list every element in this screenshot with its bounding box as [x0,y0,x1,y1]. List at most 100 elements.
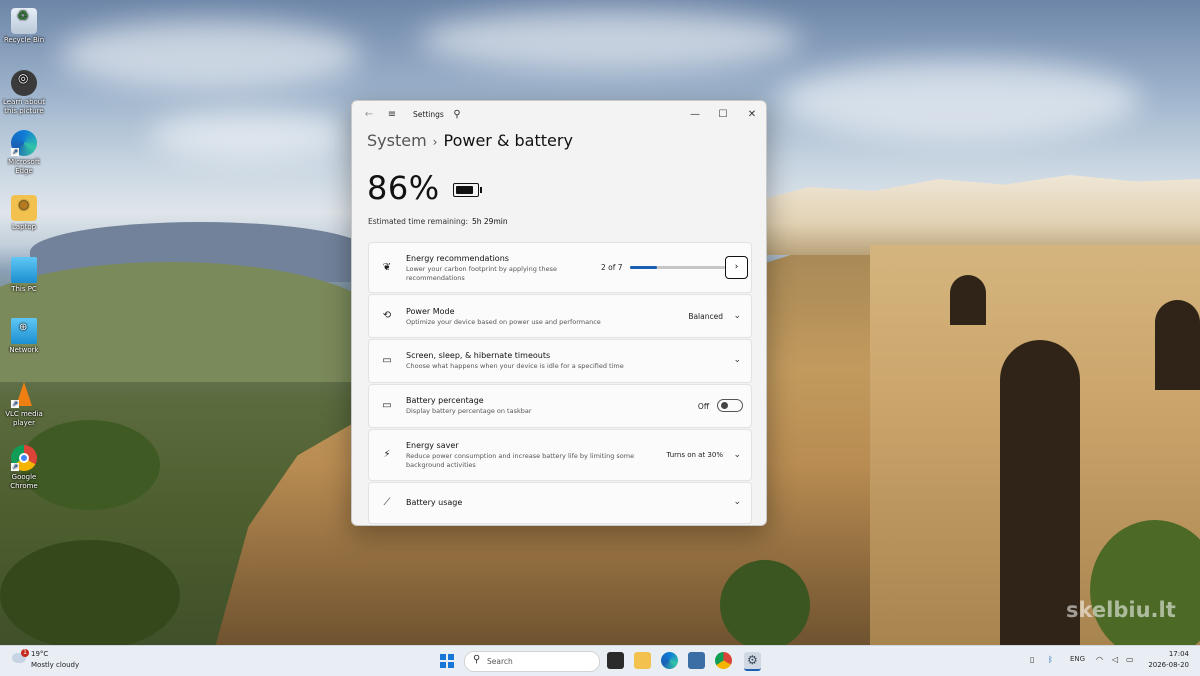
battery-percentage-toggle[interactable] [717,399,743,412]
estimated-time-label: Estimated time remaining: [368,217,468,226]
chrome-icon[interactable] [715,652,732,669]
camera-icon: ◎ [11,70,37,96]
clock-time[interactable]: 17:04 [1151,650,1189,658]
store-icon[interactable] [688,652,705,669]
settings-window: ← ≡ Settings ⚲ — ☐ ✕ System › Power & batt… [351,100,767,526]
power-mode-icon: ⟲ [382,310,392,321]
desktop-icon-chrome[interactable]: ↗ Google Chrome [0,445,48,491]
desktop-icon-edge[interactable]: ↗ Microsoft Edge [0,130,48,176]
toggle-state-label: Off [697,402,709,411]
user-folder-icon: ● [11,195,37,221]
cloud [60,20,360,90]
desktop-icon-label: Laptop [11,223,37,231]
valley [0,262,380,382]
battery-fill [456,186,474,194]
chevron-down-icon[interactable]: ⌄ [733,311,741,321]
file-explorer-icon[interactable] [634,652,651,669]
weather-condition[interactable]: Mostly cloudy [31,661,79,669]
desktop-icon-this-pc[interactable]: This PC [0,257,48,294]
estimated-time: Estimated time remaining: 5h 29min [368,217,508,226]
close-icon[interactable]: ✕ [743,107,761,123]
cloud [780,60,1140,140]
desktop-icon-network[interactable]: ⊕ Network [0,318,48,355]
edge-icon: ↗ [11,130,37,156]
chevron-down-icon[interactable]: ⌄ [733,497,741,507]
screen-sleep-icon: ▭ [382,355,392,366]
chevron-right-icon[interactable]: › [725,256,748,279]
trees [0,540,180,645]
card-energy-recommendations[interactable]: ❦ Energy recommendations Lower your carb… [368,242,752,293]
desktop-icon-laptop[interactable]: ● Laptop [0,195,48,232]
chevron-down-icon[interactable]: ⌄ [733,355,741,365]
window-title: Settings [413,110,444,119]
desktop-icon-label: VLC media player [5,410,43,427]
wifi-icon[interactable]: ◠ [1096,655,1103,664]
card-battery-usage[interactable]: ⟋ Battery usage ⌄ [368,482,752,524]
battery-icon [453,183,482,197]
desktop-icon-label: This PC [11,285,37,293]
windows-start-icon[interactable] [440,654,454,668]
search-placeholder: Search [487,657,513,666]
town-buildings [765,175,1200,255]
recommendations-progress-fill [630,266,658,269]
minimize-icon[interactable]: — [686,107,704,123]
maximize-icon[interactable]: ☐ [714,107,732,123]
energy-saver-threshold: Turns on at 30% [666,451,723,459]
card-title: Screen, sleep, & hibernate timeouts [406,351,551,360]
search-icon: ⚲ [473,654,481,665]
chrome-icon: ↗ [11,445,37,471]
battery-tray-icon[interactable]: ▭ [1126,655,1134,664]
power-mode-select[interactable]: Balanced [688,312,723,321]
edge-icon[interactable] [661,652,678,669]
desktop-icon-learn-about-picture[interactable]: ◎ Learn about this picture [0,70,48,116]
bridge-arch [950,275,986,325]
card-title: Power Mode [406,307,455,316]
card-power-mode[interactable]: ⟲ Power Mode Optimize your device based … [368,294,752,338]
vlc-cone-icon: ↗ [11,382,37,408]
search-icon[interactable]: ⚲ [448,107,466,123]
desktop-icon-vlc[interactable]: ↗ VLC media player [0,382,48,428]
recommendations-progress-track [630,266,725,269]
settings-gear-icon[interactable]: ⚙ [744,652,761,671]
energy-saver-icon: ⚡ [383,449,391,460]
watermark-text: skelbiu.lt [1066,598,1176,622]
recycle-bin-icon: ♻ [11,8,37,34]
weather-temperature[interactable]: 19°C [31,650,48,658]
weather-alert-badge: 1 [21,649,29,657]
breadcrumb: System › Power & battery [367,131,573,150]
volume-icon[interactable]: ◁ [1112,655,1118,664]
battery-saver-tray-icon[interactable]: ▯ [1030,655,1034,664]
card-screen-sleep[interactable]: ▭ Screen, sleep, & hibernate timeouts Ch… [368,339,752,383]
card-energy-saver[interactable]: ⚡ Energy saver Reduce power consumption … [368,429,752,481]
card-title: Battery percentage [406,396,484,405]
desktop-icon-label: Recycle Bin [3,36,45,44]
trees [720,560,810,645]
chart-icon: ⟋ [383,497,391,508]
battery-percent: 86% [367,169,440,207]
language-indicator[interactable]: ENG [1070,655,1085,663]
clock-date[interactable]: 2026-08-20 [1143,661,1189,669]
title-bar[interactable]: ← ≡ Settings ⚲ — ☐ ✕ [352,101,766,131]
cloud [150,110,350,160]
back-arrow-icon[interactable]: ← [360,107,378,123]
chevron-right-icon: › [432,135,438,149]
toggle-knob [721,402,728,409]
desktop-icon-recycle-bin[interactable]: ♻ Recycle Bin [0,8,48,45]
cloud [420,10,800,70]
battery-small-icon: ▭ [382,400,392,411]
card-description: Lower your carbon footprint by applying … [406,265,557,282]
desktop-icon-label: Network [9,346,39,354]
desktop-icon-label: Microsoft Edge [8,158,40,175]
bluetooth-icon[interactable]: ᛒ [1048,655,1053,664]
taskbar-search-box[interactable]: ⚲ Search [464,651,600,672]
chevron-down-icon[interactable]: ⌄ [733,450,741,460]
breadcrumb-system[interactable]: System [367,131,427,150]
card-description: Reduce power consumption and increase ba… [406,452,635,469]
card-description: Display battery percentage on taskbar [406,407,532,415]
card-title: Battery usage [406,498,463,507]
card-title: Energy recommendations [406,254,509,263]
card-battery-percentage[interactable]: ▭ Battery percentage Display battery per… [368,384,752,428]
estimated-time-value: 5h 29min [472,217,508,226]
task-view-icon[interactable] [607,652,624,669]
hamburger-menu-icon[interactable]: ≡ [383,107,401,123]
